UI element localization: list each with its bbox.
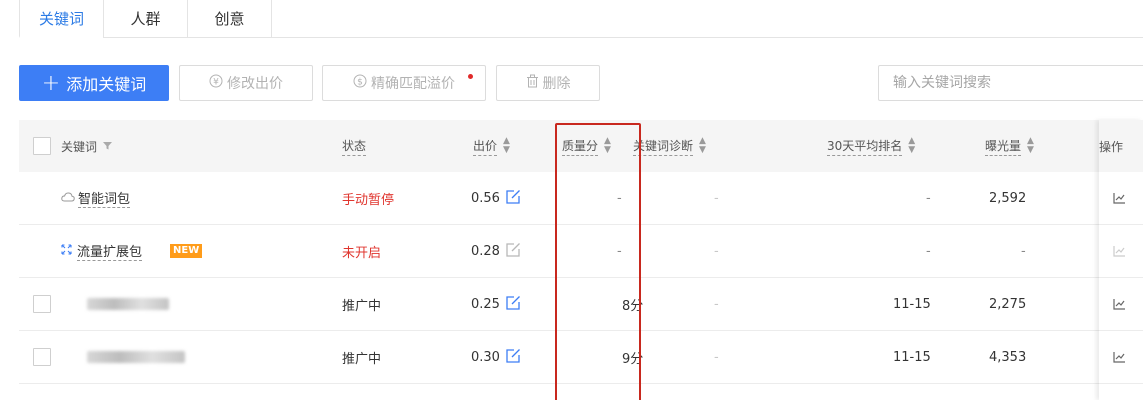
sort-icon[interactable]: ▲ ▼ [1027,137,1034,155]
header-diagnosis[interactable]: 关键词诊断 ▲ ▼ [633,120,706,172]
keyword-cell[interactable] [87,278,169,330]
bid-value: 0.28 [471,243,500,259]
table-header: 关键词 状态 出价 ▲ ▼ 质量分 ▲ ▼ 关键词诊断 ▲ ▼ 30天平均排名 ▲ ▼ … [19,120,1143,172]
keyword-cell: 流量扩展包 NEW [61,225,203,277]
premium-label: 精确匹配溢价 [371,76,455,92]
tab-creative[interactable]: 创意 [187,0,272,38]
blurred-keyword [87,298,169,310]
sort-icon[interactable]: ▲ ▼ [699,137,706,155]
header-keyword-label: 关键词 [61,139,98,154]
status-cell: 未开启 [342,245,382,261]
table-row: 推广中 0.25 8分 - 11-15 2,275 [19,278,1143,331]
exposure-cell: 2,592 [989,190,1027,206]
tab-keywords[interactable]: 关键词 [19,0,104,38]
add-keyword-label: 添加关键词 [66,75,147,94]
action-column-shadow [1099,120,1143,400]
plus-icon: + [41,70,61,96]
trash-icon [526,74,539,92]
bid-cell: 0.25 [471,278,521,330]
header-exposure-label: 曝光量 [985,137,1022,156]
exposure-cell: 2,275 [989,296,1027,312]
diagnosis-cell: - [714,190,719,206]
edit-icon[interactable] [506,295,521,314]
bid-cell: 0.56 [471,172,521,224]
keyword-cell: 智能词包 [61,172,131,224]
header-quality-label: 质量分 [562,137,599,156]
header-status-label: 状态 [342,137,367,156]
status-cell: 手动暂停 [342,192,395,208]
delete-button[interactable]: 删除 [496,65,600,101]
blurred-keyword [87,351,185,363]
row-checkbox[interactable] [33,295,51,313]
keyword-search-input[interactable] [878,65,1143,101]
cloud-icon [61,191,75,206]
filter-icon[interactable] [103,139,113,153]
add-keyword-button[interactable]: + 添加关键词 [19,65,169,101]
bid-value: 0.56 [471,190,500,206]
sort-icon[interactable]: ▲ ▼ [604,137,611,155]
exposure-cell: - [1021,243,1026,259]
edit-icon [506,242,521,261]
keyword-text[interactable]: 智能词包 [78,188,131,208]
rank-cell: 11-15 [893,349,931,365]
rank-cell: 11-15 [893,296,931,312]
bid-cell: 0.28 [471,225,521,277]
quality-cell: - [617,190,622,206]
bid-cell: 0.30 [471,331,521,383]
bid-value: 0.30 [471,349,500,365]
dollar-circle-icon: $ [353,74,367,92]
sort-icon[interactable]: ▲ ▼ [503,137,510,155]
header-rank[interactable]: 30天平均排名 ▲ ▼ [827,120,915,172]
row-checkbox[interactable] [33,348,51,366]
rank-cell: - [926,243,931,259]
expand-icon [61,243,72,259]
status-cell: 推广中 [342,351,382,367]
header-quality[interactable]: 质量分 ▲ ▼ [562,120,611,172]
table-row: 智能词包 手动暂停 0.56 - - - 2,592 [19,172,1143,225]
header-keyword[interactable]: 关键词 [61,120,113,172]
premium-button[interactable]: $ 精确匹配溢价 [322,65,486,101]
bid-value: 0.25 [471,296,500,312]
header-bid[interactable]: 出价 ▲ ▼ [473,120,510,172]
table-row: 推广中 0.30 9分 - 11-15 4,353 [19,331,1143,384]
status-cell: 推广中 [342,298,382,314]
tab-audience[interactable]: 人群 [103,0,188,38]
quality-cell: 8分 [622,298,644,314]
new-badge: NEW [170,244,203,258]
header-diagnosis-label: 关键词诊断 [633,137,694,156]
delete-label: 删除 [542,76,571,92]
diagnosis-cell: - [714,296,719,312]
edit-icon[interactable] [506,348,521,367]
exposure-cell: 4,353 [989,349,1027,365]
edit-icon[interactable] [506,189,521,208]
header-status: 状态 [342,120,367,172]
header-rank-label: 30天平均排名 [827,137,903,156]
quality-cell: - [617,243,622,259]
diagnosis-cell: - [714,243,719,259]
keyword-cell[interactable] [87,331,185,383]
header-bid-label: 出价 [473,137,498,156]
modify-bid-label: 修改出价 [227,76,283,92]
notification-dot [468,74,473,79]
sort-icon[interactable]: ▲ ▼ [908,137,915,155]
modify-bid-button[interactable]: ¥ 修改出价 [179,65,313,101]
rank-cell: - [926,190,931,206]
diagnosis-cell: - [714,349,719,365]
header-exposure[interactable]: 曝光量 ▲ ▼ [985,120,1034,172]
svg-text:$: $ [357,78,363,88]
tab-bar: 关键词 人群 创意 [19,0,272,38]
yen-circle-icon: ¥ [209,74,223,92]
keyword-text[interactable]: 流量扩展包 [77,241,143,261]
quality-cell: 9分 [622,351,644,367]
select-all-checkbox[interactable] [33,137,51,155]
svg-text:¥: ¥ [213,78,219,88]
table-row: 流量扩展包 NEW 未开启 0.28 - - - - [19,225,1143,278]
